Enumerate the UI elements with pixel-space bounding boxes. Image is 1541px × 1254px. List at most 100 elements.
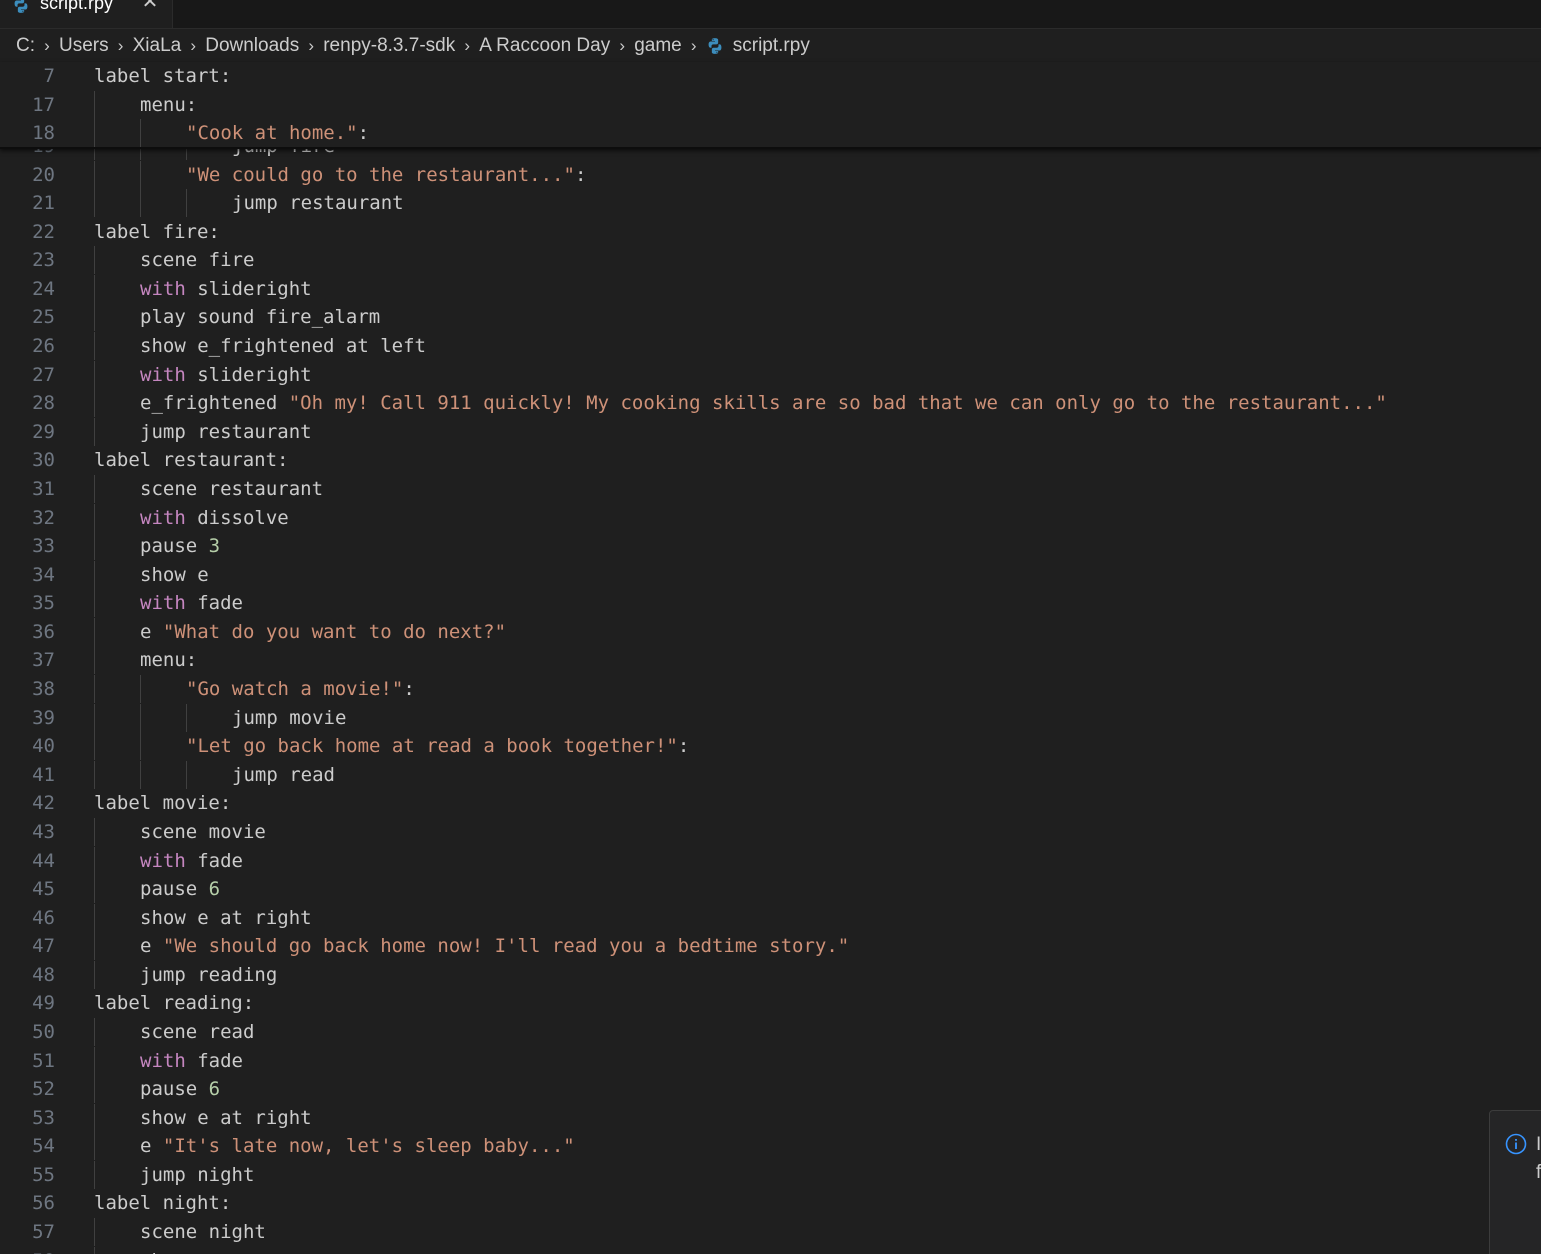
indent-guide xyxy=(94,1246,95,1254)
code-line[interactable]: 25 play sound fire_alarm xyxy=(0,303,1541,332)
code-line[interactable]: 48 jump reading xyxy=(0,960,1541,989)
line-number: 54 xyxy=(32,1135,55,1158)
code-line[interactable]: 53 show e at right xyxy=(0,1103,1541,1132)
string-token: "Let go back home at read a book togethe… xyxy=(186,735,678,758)
indent-guide xyxy=(94,160,95,189)
line-number: 57 xyxy=(32,1221,55,1244)
code-text: with fade xyxy=(140,589,243,617)
code-line[interactable]: 22 label fire: xyxy=(0,218,1541,246)
breadcrumb-item[interactable]: renpy-8.3.7-sdk xyxy=(323,35,455,57)
code-line[interactable]: 42 label movie: xyxy=(0,789,1541,817)
code-token: show xyxy=(140,1250,186,1254)
line-number: 50 xyxy=(32,1020,55,1043)
indent-guide xyxy=(94,760,95,789)
code-token: label restaurant: xyxy=(94,449,289,472)
code-text: jump read xyxy=(232,761,335,789)
indent-guide xyxy=(94,1017,95,1046)
notification-toast[interactable]: I f xyxy=(1489,1110,1541,1254)
breadcrumb-item[interactable]: XiaLa xyxy=(133,35,182,57)
breadcrumb-item[interactable]: game xyxy=(634,35,682,57)
string-token: "It's late now, let's sleep baby..." xyxy=(162,1135,575,1158)
code-line[interactable]: 51 with fade xyxy=(0,1046,1541,1075)
code-line[interactable]: 36 e "What do you want to do next?" xyxy=(0,617,1541,646)
code-line[interactable]: 28 e_frightened "Oh my! Call 911 quickly!… xyxy=(0,389,1541,418)
code-line[interactable]: 18 "Cook at home.": xyxy=(0,119,1541,148)
code-token: fade xyxy=(185,1049,243,1072)
code-text: scene movie xyxy=(140,818,266,846)
code-line[interactable]: 44 with fade xyxy=(0,846,1541,875)
code-text: scene restaurant xyxy=(140,475,323,503)
number-token: 6 xyxy=(208,878,221,901)
code-line[interactable]: 56 label night: xyxy=(0,1189,1541,1217)
code-line[interactable]: 57 scene night xyxy=(0,1218,1541,1247)
indent-guide xyxy=(140,732,141,761)
code-line[interactable]: 27 with slideright xyxy=(0,360,1541,389)
code-token: pause xyxy=(140,535,209,558)
code-line[interactable]: 38 "Go watch a movie!": xyxy=(0,675,1541,704)
code-line[interactable]: 31 scene restaurant xyxy=(0,474,1541,503)
indent-guide xyxy=(94,274,95,303)
line-number: 21 xyxy=(32,192,55,215)
code-text: label reading: xyxy=(94,989,254,1017)
code-line[interactable]: 37 menu: xyxy=(0,646,1541,675)
code-line[interactable]: 24 with slideright xyxy=(0,274,1541,303)
keyword-token: with xyxy=(140,277,186,300)
tab-bar: script.rpy ✕ xyxy=(0,0,1541,29)
line-number: 18 xyxy=(32,122,55,145)
code-line[interactable]: 41 jump read xyxy=(0,760,1541,789)
indent-guide xyxy=(94,560,95,589)
line-number: 51 xyxy=(32,1049,55,1072)
chevron-right-icon: › xyxy=(308,36,315,55)
indent-guide xyxy=(186,189,187,218)
breadcrumb-item[interactable]: C: xyxy=(16,35,35,57)
code-line[interactable]: 21 jump restaurant xyxy=(0,189,1541,218)
code-line[interactable]: 43 scene movie xyxy=(0,817,1541,846)
code-line[interactable]: 58 show xyxy=(0,1246,1541,1254)
code-line[interactable]: 32 with dissolve xyxy=(0,503,1541,532)
breadcrumb-item[interactable]: Users xyxy=(59,35,109,57)
code-line[interactable]: 55 jump night xyxy=(0,1160,1541,1189)
sticky-scroll-header[interactable]: 7 label start: 17 menu: 18 "Cook at home.": xyxy=(0,62,1541,149)
code-line[interactable]: 29 jump restaurant xyxy=(0,417,1541,446)
breadcrumb-item[interactable]: A Raccoon Day xyxy=(479,35,610,57)
code-line[interactable]: 35 with fade xyxy=(0,589,1541,618)
code-text: pause 6 xyxy=(140,875,220,903)
code-line[interactable]: 34 show e xyxy=(0,560,1541,589)
code-line[interactable]: 52 pause 6 xyxy=(0,1075,1541,1104)
code-line[interactable]: 47 e "We should go back home now! I'll re… xyxy=(0,932,1541,961)
code-text: pause 3 xyxy=(140,532,220,560)
code-line[interactable]: 33 pause 3 xyxy=(0,532,1541,561)
code-editor[interactable]: 19jump fire20"We could go to the restaur… xyxy=(0,62,1541,1254)
code-line[interactable]: 30 label restaurant: xyxy=(0,446,1541,474)
line-number: 17 xyxy=(32,93,55,116)
code-text: scene night xyxy=(140,1218,266,1246)
code-token: jump restaurant xyxy=(140,420,312,443)
close-icon[interactable]: ✕ xyxy=(140,0,160,12)
indent-guide xyxy=(94,617,95,646)
code-text: jump restaurant xyxy=(232,189,404,217)
code-token: dissolve xyxy=(185,506,289,529)
code-line[interactable]: 46 show e at right xyxy=(0,903,1541,932)
indent-guide xyxy=(94,189,95,218)
code-line[interactable]: 45 pause 6 xyxy=(0,875,1541,904)
code-text: "Let go back home at read a book togethe… xyxy=(186,732,689,760)
code-line[interactable]: 40 "Let go back home at read a book toget… xyxy=(0,732,1541,761)
code-line[interactable]: 26 show e_frightened at left xyxy=(0,332,1541,361)
code-line[interactable]: 50 scene read xyxy=(0,1017,1541,1046)
code-line[interactable]: 54 e "It's late now, let's sleep baby..." xyxy=(0,1132,1541,1161)
code-text: label night: xyxy=(94,1189,231,1217)
code-line[interactable]: 49 label reading: xyxy=(0,989,1541,1017)
code-line[interactable]: 17 menu: xyxy=(0,90,1541,119)
breadcrumb-item[interactable]: Downloads xyxy=(205,35,299,57)
chevron-right-icon: › xyxy=(117,36,124,55)
code-line[interactable]: 20 "We could go to the restaurant...": xyxy=(0,160,1541,189)
breadcrumb-file[interactable]: script.rpy xyxy=(733,35,810,57)
indent-guide xyxy=(94,1075,95,1104)
code-line[interactable]: 7 label start: xyxy=(0,62,1541,90)
code-line[interactable]: 23 scene fire xyxy=(0,246,1541,275)
code-line[interactable]: 39 jump movie xyxy=(0,703,1541,732)
indent-guide xyxy=(94,732,95,761)
tab-script-rpy[interactable]: script.rpy ✕ xyxy=(0,0,173,28)
line-number: 29 xyxy=(32,420,55,443)
string-token: "Cook at home." xyxy=(186,122,358,145)
